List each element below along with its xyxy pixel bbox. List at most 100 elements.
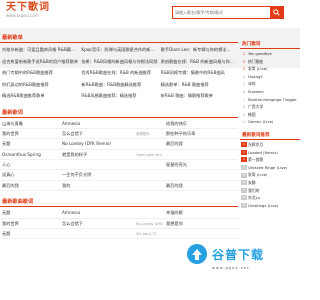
list-item[interactable]: 2 Loaded (Remix) <box>240 149 300 157</box>
song-link[interactable]: 最后的我 <box>164 181 215 190</box>
song-link[interactable]: No Lovkey (DYK Remix) <box>60 139 134 148</box>
song-link[interactable]: 无题 <box>0 139 60 148</box>
list-item-label: Yes goodbye <box>248 51 272 56</box>
watermark-text: 谷普下载 <box>212 247 265 262</box>
site-logo[interactable]: 天下歌词 www.txgeci.com <box>6 2 50 18</box>
news-link[interactable]: Kpop音乐：防弹与英国歌星合作的新曲风格 <box>79 44 158 56</box>
song-link[interactable] <box>60 229 134 238</box>
rank-number: 3 <box>242 66 246 72</box>
song-link[interactable] <box>134 160 164 169</box>
list-item[interactable]: 5 冰的 <box>240 80 300 88</box>
list-item-label: Sizeleev <box>248 88 264 94</box>
list-item-label: 韩国 <box>248 111 256 117</box>
rank-number: 2 <box>242 58 246 64</box>
list-item-label: 东北Lx <box>248 195 260 201</box>
song-link[interactable]: Amnesia <box>60 119 134 128</box>
song-link[interactable]: 我的世界 <box>0 129 60 138</box>
list-item[interactable]: 1 Yes goodbye <box>240 50 300 58</box>
song-link[interactable]: 最后的我 <box>0 181 60 190</box>
news-link[interactable]: 刘柏辛新曲：可爱且酷帅风格 R&B颠覆你想象 <box>0 44 79 56</box>
song-link[interactable]: 怎么会错下 <box>60 219 134 228</box>
list-item[interactable]: 7 我们的 <box>240 187 300 195</box>
song-link[interactable]: 就是我的样子 <box>60 150 134 159</box>
news-link[interactable]: 精选R&B歌曲推荐歌单 <box>0 90 79 102</box>
song-link[interactable]: 给我的快乐 <box>164 119 215 128</box>
song-table-2: 无题Amnesia幸福的歌我的世界怎么会错下No Lovkey (DYK Rem… <box>0 208 238 240</box>
song-link[interactable]: 说真心 <box>0 170 60 179</box>
search-box <box>172 6 284 19</box>
news-link[interactable]: 适合热爱听新歌手说R&B的用户推荐歌单 <box>0 56 79 68</box>
song-link[interactable]: 人心 <box>0 160 60 169</box>
song-link[interactable] <box>134 181 164 190</box>
song-link[interactable]: 我的世界 <box>0 219 60 228</box>
list-item[interactable]: 10 Gemini (Live) <box>240 118 300 126</box>
list-item[interactable]: 4 HuangY <box>240 73 300 81</box>
latest-lyrics-title: 最新歌词 <box>0 108 238 118</box>
list-item[interactable]: 2 热门歌曲 <box>240 58 300 66</box>
list-item[interactable]: 7 Ebullee-Hangkiga Tinggle <box>240 96 300 104</box>
watermark-logo-icon <box>187 244 207 264</box>
news-link[interactable]: 精选歌单：R&B 歌曲推荐 <box>159 79 238 91</box>
news-link[interactable]: 热门专辑中的R&B歌曲推荐 <box>0 67 79 79</box>
song-link[interactable]: 无题 <box>0 229 60 238</box>
table-row: 山海与青春 Amnesia 给我的快乐 <box>0 119 238 129</box>
news-link[interactable]: 张希：R&B风格的新曲风格与你想法同频 <box>79 56 158 68</box>
search-icon <box>273 9 280 16</box>
news-link[interactable]: R&B风格歌曲推荐：精选推荐 <box>79 90 158 102</box>
song-link[interactable] <box>164 170 215 179</box>
list-item[interactable]: 6 Sizeleev <box>240 88 300 96</box>
song-link[interactable]: Osmanthus Spring <box>0 150 60 159</box>
song-link[interactable] <box>164 229 215 238</box>
song-link[interactable]: 星星的亮光 <box>164 160 215 169</box>
song-link[interactable] <box>60 160 134 169</box>
song-link[interactable]: 那些种子的乐章 <box>164 129 215 138</box>
song-link[interactable]: 最后的我 <box>164 139 215 148</box>
song-link[interactable]: 幸福的歌 <box>164 208 215 217</box>
list-item[interactable]: 1 光辉岁月 <box>240 141 300 149</box>
song-link[interactable]: 无题 <box>0 208 60 217</box>
news-link[interactable]: 听R&B 歌曲：情歌推荐歌单 <box>159 90 238 102</box>
song-link[interactable]: Amnesia <box>60 208 134 217</box>
watermark: 谷普下载 <box>186 243 274 265</box>
list-item-label: 安静 <box>248 179 256 185</box>
news-row: 适合热爱听新歌手说R&B的用户推荐歌单 张希：R&B风格的新曲风格与你想法同频 原创… <box>0 56 238 68</box>
list-item[interactable]: 6 安静 <box>240 179 300 187</box>
song-link[interactable]: XH_sand_T5 <box>134 229 164 238</box>
song-link[interactable]: 我想是你 <box>164 219 215 228</box>
song-link[interactable]: 一生何不负光阴 <box>60 170 134 179</box>
list-item[interactable]: 8 广西大学 <box>240 103 300 111</box>
list-item[interactable]: 9 韩国 <box>240 111 300 119</box>
news-link[interactable]: 歌手Diam Lee：新专辑与你的想法... <box>159 44 238 56</box>
list-item[interactable]: 4 Unlaced Ringe (Live) <box>240 164 300 172</box>
song-link[interactable]: 山海与青春 <box>0 119 60 128</box>
song-link[interactable] <box>134 208 164 217</box>
site-title[interactable]: 天下歌词 <box>6 2 50 13</box>
site-header: 天下歌词 www.txgeci.com <box>0 0 300 24</box>
song-link[interactable] <box>134 170 164 179</box>
song-link[interactable]: 怎么会错下 <box>60 129 134 138</box>
song-link[interactable]: No Lovkey (DYK Remix) <box>134 219 164 228</box>
list-item[interactable]: 9 Greetings (Live) <box>240 202 300 210</box>
news-link[interactable]: 原创歌曲在线：R&B 的新曲风格与你想法 <box>159 56 238 68</box>
song-link[interactable]: 我想是你 <box>134 129 164 138</box>
news-link[interactable]: 你们身边的R&B歌曲推荐 <box>0 79 79 91</box>
list-item-label: Unlaced Ringe (Live) <box>248 164 288 170</box>
news-link[interactable]: 优秀R&B歌曲在线：R&B 的新曲推荐 <box>79 67 158 79</box>
list-item[interactable]: 3 发哥 (Live) <box>240 65 300 73</box>
rank-number: 10 <box>241 119 247 125</box>
new-lyrics-title: 最新歌词推荐 <box>240 131 300 140</box>
table-row: 无题 XH_sand_T5 <box>0 229 238 240</box>
news-link[interactable]: R&B风格专辑：情歌中的R&B曲风 <box>159 67 238 79</box>
news-link[interactable]: 新R&B歌曲：R&B歌曲精选推荐 <box>79 79 158 91</box>
song-link[interactable] <box>164 150 215 159</box>
song-link[interactable]: Open vata v6.2 <box>134 150 164 159</box>
search-button[interactable] <box>270 7 283 18</box>
song-link[interactable] <box>134 139 164 148</box>
rank-number: 7 <box>241 187 247 193</box>
list-item[interactable]: 3 第一首歌 <box>240 156 300 164</box>
list-item[interactable]: 8 东北Lx <box>240 194 300 202</box>
song-link[interactable]: 我的 <box>60 181 134 190</box>
song-link[interactable] <box>134 119 164 128</box>
list-item[interactable]: 5 发哥 (Live) <box>240 171 300 179</box>
search-input[interactable] <box>173 7 271 18</box>
